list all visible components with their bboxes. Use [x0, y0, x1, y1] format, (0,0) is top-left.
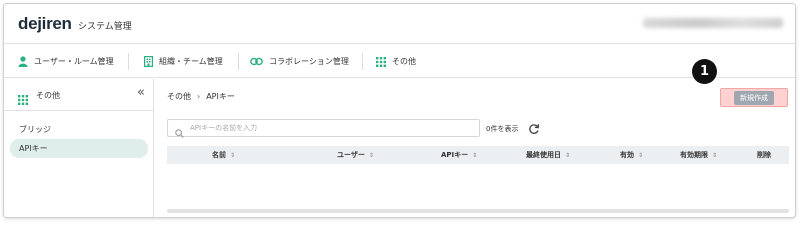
nav-item-label: コラボレーション管理: [269, 57, 349, 66]
building-icon: [144, 56, 153, 67]
sidebar-item-label: APIキー: [19, 144, 48, 153]
nav-item-user-room[interactable]: ユーザー・ルーム管理: [18, 45, 114, 78]
sort-icon[interactable]: ⇕: [472, 152, 477, 159]
sort-icon[interactable]: ⇕: [638, 152, 643, 159]
sort-icon[interactable]: ⇕: [369, 152, 374, 159]
column-header-last-used[interactable]: 最終使用日 ⇕: [526, 150, 570, 160]
column-label: APIキー: [441, 151, 469, 159]
column-label: 有効: [620, 151, 634, 159]
column-label: 削除: [757, 151, 771, 159]
horizontal-scrollbar[interactable]: [167, 209, 789, 213]
new-create-button[interactable]: 新規作成: [720, 88, 788, 107]
column-label: ユーザー: [337, 151, 365, 159]
column-header-enabled[interactable]: 有効 ⇕: [620, 150, 643, 160]
nav-item-label: ユーザー・ルーム管理: [34, 57, 114, 66]
breadcrumb: その他 › APIキー: [167, 91, 235, 102]
nav-divider: [362, 53, 363, 70]
nav-item-label: その他: [392, 57, 416, 66]
nav-item-org-team[interactable]: 組織・チーム管理: [144, 45, 223, 78]
search-icon: [175, 123, 184, 142]
column-label: 有効期限: [680, 151, 708, 159]
column-header-user[interactable]: ユーザー ⇕: [337, 150, 374, 160]
new-create-button-label: 新規作成: [734, 90, 774, 105]
refresh-icon[interactable]: [528, 120, 540, 139]
column-label: 最終使用日: [526, 151, 561, 159]
column-header-api-key[interactable]: APIキー ⇕: [441, 150, 477, 160]
nav-divider: [128, 53, 129, 70]
sort-icon[interactable]: ⇕: [712, 152, 717, 159]
grid-icon: [376, 56, 386, 67]
top-header: dejiren システム管理 ○○○○○○○○○○○○○ ○○○ ○○○○○○○…: [4, 4, 795, 44]
main-nav: ユーザー・ルーム管理 組織・チーム管理 コラボレーション管理 その他: [4, 45, 795, 78]
nav-divider: [238, 53, 239, 70]
user-icon: [18, 56, 28, 67]
app-window: dejiren システム管理 ○○○○○○○○○○○○○ ○○○ ○○○○○○○…: [3, 3, 796, 218]
sidebar-header: その他 «: [4, 79, 153, 111]
grid-icon: [18, 90, 28, 109]
nav-item-label: 組織・チーム管理: [159, 57, 223, 66]
table-header: 名前 ⇕ ユーザー ⇕ APIキー ⇕ 最終使用日 ⇕ 有効 ⇕ 有効期限 ⇕ 削除: [167, 146, 789, 164]
main-content: その他›APIキー 新規作成 0件を表示 名前⇕ ユーザー⇕ APIキー⇕ 最終…: [155, 79, 795, 217]
sidebar: その他 « ブリッジ APIキー: [4, 79, 154, 217]
sidebar-item-bridge[interactable]: ブリッジ: [10, 120, 148, 139]
sort-icon[interactable]: ⇕: [230, 152, 235, 159]
search-input[interactable]: [190, 121, 470, 135]
api-key-search[interactable]: [167, 119, 480, 138]
breadcrumb-parent[interactable]: その他: [167, 92, 191, 101]
column-header-name[interactable]: 名前 ⇕: [212, 150, 235, 160]
column-header-expiry[interactable]: 有効期限 ⇕: [680, 150, 717, 160]
breadcrumb-current: APIキー: [206, 92, 235, 101]
breadcrumb-separator: ›: [197, 92, 201, 101]
column-header-delete: 削除: [757, 150, 771, 160]
result-count: 0件を表示: [486, 125, 519, 133]
app-title: システム管理: [78, 22, 132, 32]
sidebar-title: その他: [36, 91, 60, 100]
collapse-sidebar-icon[interactable]: «: [137, 85, 145, 100]
user-info-blurred[interactable]: ○○○○○○○○○○○○○ ○○○ ○○○○○○○○: [643, 18, 783, 28]
nav-item-other[interactable]: その他: [376, 45, 416, 78]
nav-item-collaboration[interactable]: コラボレーション管理: [250, 45, 349, 78]
sidebar-item-api-key[interactable]: APIキー: [10, 139, 148, 158]
brand-logo[interactable]: dejiren: [18, 14, 72, 34]
step-number-badge: 1: [692, 59, 717, 84]
column-label: 名前: [212, 151, 226, 159]
link-icon: [250, 57, 263, 66]
sidebar-item-label: ブリッジ: [19, 125, 51, 134]
sort-icon[interactable]: ⇕: [565, 152, 570, 159]
